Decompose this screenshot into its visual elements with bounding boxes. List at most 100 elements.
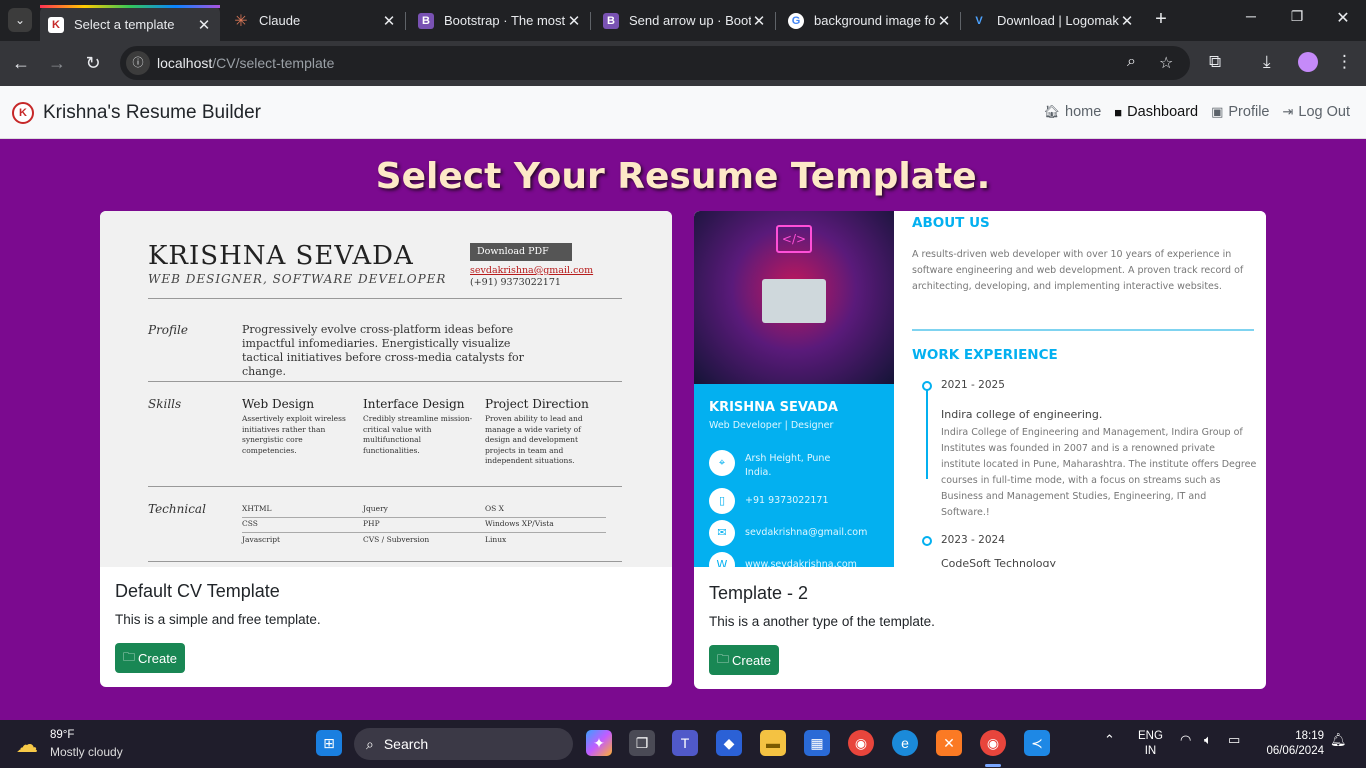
map-pin-icon: ⌖ <box>709 450 735 476</box>
taskbar-search-box[interactable]: ⌕ Search <box>354 728 573 760</box>
preview-email: sevdakrishna@gmail.com <box>470 265 594 276</box>
nav-links: 🏠︎ home ■ Dashboard ▣ Profile ⇥ Log Out <box>1044 104 1351 120</box>
tray-chevron-up-icon[interactable]: ⌃ <box>1104 732 1115 748</box>
create-default-template-button[interactable]: 🗀 Create <box>115 643 186 673</box>
chrome-menu-icon[interactable]: ⋮ <box>1336 52 1353 72</box>
bootstrap-favicon-icon: B <box>603 12 619 29</box>
wifi-icon[interactable]: ◠ <box>1180 732 1191 748</box>
battery-icon[interactable]: ▭ <box>1228 732 1240 748</box>
tab-title: Select a template <box>74 17 175 32</box>
site-info-icon[interactable]: ⓘ <box>126 51 150 75</box>
app-icon[interactable]: ◆ <box>716 730 742 756</box>
template-preview-2: </> KRISHNA SEVADA Web Developer | Desig… <box>694 211 1266 567</box>
close-tab-icon[interactable]: ✕ <box>936 12 952 30</box>
forward-arrow-icon[interactable]: → <box>45 52 69 76</box>
clock[interactable]: 18:19 06/06/2024 <box>1258 729 1324 759</box>
browser-toolbar: ← → ↻ ⓘ localhost/CV/select-template ⌕ ☆… <box>0 41 1366 86</box>
close-tab-icon[interactable]: ✕ <box>1119 12 1135 30</box>
person-badge-icon: ▣ <box>1211 104 1224 119</box>
preview-name: KRISHNA SEVADA <box>148 241 414 271</box>
close-tab-icon[interactable]: ✕ <box>381 12 397 30</box>
tab-search-chevron-icon[interactable]: ⌄ <box>8 8 32 32</box>
new-tab-plus-icon[interactable]: + <box>1149 8 1173 32</box>
reload-icon[interactable]: ↻ <box>81 52 105 76</box>
browser-tab-claude[interactable]: ✳ Claude ✕ <box>225 6 405 35</box>
preview-work-heading: WORK EXPERIENCE <box>912 347 1058 363</box>
brand-logo-icon[interactable]: K <box>12 102 34 124</box>
brand-name[interactable]: Krishna's Resume Builder <box>43 102 261 124</box>
extensions-puzzle-icon[interactable]: ⧉ <box>1209 52 1221 72</box>
notification-bell-icon[interactable]: 🔔︎ <box>1330 732 1347 748</box>
zoom-magnifier-icon[interactable]: ⌕ <box>1127 53 1136 71</box>
page-content: K Krishna's Resume Builder 🏠︎ home ■ Dashb… <box>0 86 1366 720</box>
restore-window-icon[interactable]: ❐ <box>1274 8 1320 25</box>
nav-link-profile[interactable]: ▣ Profile <box>1211 104 1269 120</box>
browser-tab-select-template[interactable]: K Select a template ✕ <box>40 5 220 41</box>
back-arrow-icon[interactable]: ← <box>9 52 33 76</box>
chrome-profile-icon[interactable]: ◉ <box>980 730 1006 756</box>
tab-title: Bootstrap · The most <box>444 13 566 28</box>
close-tab-icon[interactable]: ✕ <box>751 12 767 30</box>
preview-about-text: A results-driven web developer with over… <box>912 249 1244 292</box>
box-icon: ■ <box>1114 104 1123 120</box>
card-text: This is a simple and free template. <box>115 612 321 627</box>
microsoft-store-icon[interactable]: ▦ <box>804 730 830 756</box>
chrome-icon[interactable]: ◉ <box>848 730 874 756</box>
start-windows-icon[interactable]: ⊞ <box>316 730 342 756</box>
edge-icon[interactable]: e <box>892 730 918 756</box>
vscode-icon[interactable]: ≺ <box>1024 730 1050 756</box>
preview-sidebar: KRISHNA SEVADA Web Developer | Designer … <box>694 384 894 567</box>
browser-tab-strip: ⌄ K Select a template ✕ ✳ Claude ✕ B Boo… <box>0 0 1366 41</box>
browser-tab-send-arrow[interactable]: B Send arrow up · Boot ✕ <box>595 6 775 35</box>
url-text[interactable]: localhost/CV/select-template <box>157 55 334 71</box>
nav-link-dashboard[interactable]: ■ Dashboard <box>1114 104 1198 120</box>
volume-icon[interactable]: 🔈︎ <box>1204 732 1212 748</box>
preview-section-profile: Profile <box>148 323 188 337</box>
address-bar[interactable]: ⓘ localhost/CV/select-template ⌕ ☆ <box>120 46 1190 80</box>
profile-avatar-icon[interactable] <box>1298 52 1318 72</box>
close-window-icon[interactable]: ✕ <box>1320 8 1366 28</box>
close-tab-icon[interactable]: ✕ <box>566 12 582 30</box>
create-template-2-button[interactable]: 🗀 Create <box>709 645 780 675</box>
website-icon: W <box>709 552 735 567</box>
close-tab-icon[interactable]: ✕ <box>196 16 212 34</box>
file-explorer-icon[interactable]: ▬ <box>760 730 786 756</box>
weather-cloud-icon[interactable]: ☁ <box>16 732 38 758</box>
task-view-icon[interactable]: ❐ <box>629 730 655 756</box>
developer-laptop-illustration: </> <box>694 211 894 384</box>
teams-icon[interactable]: T <box>672 730 698 756</box>
preview-contact-address: ⌖ Arsh Height, Pune India. <box>709 450 855 480</box>
timeline-dot-icon <box>922 536 932 546</box>
laptop-icon <box>762 279 826 323</box>
minimize-window-icon[interactable]: ─ <box>1228 8 1274 24</box>
copilot-icon[interactable]: ✦ <box>586 730 612 756</box>
claude-favicon-icon: ✳ <box>234 12 248 30</box>
browser-tab-bootstrap[interactable]: B Bootstrap · The most ✕ <box>410 6 590 35</box>
house-icon: 🏠︎ <box>1043 104 1061 119</box>
card-body: Template - 2 This is a another type of t… <box>694 567 1266 689</box>
template-card-default: KRISHNA SEVADA WEB DESIGNER, SOFTWARE DE… <box>100 211 672 687</box>
search-icon: ⌕ <box>366 735 374 752</box>
preview-contact-email: ✉ sevdakrishna@gmail.com <box>709 520 867 546</box>
bookmark-star-icon[interactable]: ☆ <box>1159 53 1173 73</box>
preview-download-pdf: Download PDF <box>470 243 572 261</box>
code-screen-icon: </> <box>776 225 812 253</box>
envelope-icon: ✉ <box>709 520 735 546</box>
folder-plus-icon: 🗀 <box>123 649 136 664</box>
download-icon[interactable]: ⤓ <box>1263 52 1271 72</box>
preview-skill: Web Design Assertively exploit wireless … <box>242 397 346 455</box>
card-text: This is a another type of the template. <box>709 614 935 629</box>
template-preview-default: KRISHNA SEVADA WEB DESIGNER, SOFTWARE DE… <box>100 211 672 567</box>
nav-link-home[interactable]: 🏠︎ home <box>1044 104 1102 120</box>
browser-tab-logomakr[interactable]: V Download | Logomak ✕ <box>963 6 1143 35</box>
xampp-icon[interactable]: ✕ <box>936 730 962 756</box>
tab-title: Claude <box>259 13 301 28</box>
box-arrow-right-icon: ⇥ <box>1282 104 1294 119</box>
browser-tab-google-search[interactable]: G background image fo ✕ <box>780 6 960 35</box>
nav-link-logout[interactable]: ⇥ Log Out <box>1283 104 1351 120</box>
preview-role: WEB DESIGNER, SOFTWARE DEVELOPER <box>148 272 447 286</box>
weather-temp[interactable]: 89°F <box>50 729 74 741</box>
weather-condition[interactable]: Mostly cloudy <box>50 745 123 759</box>
logomakr-favicon-icon: V <box>975 14 983 27</box>
input-language[interactable]: ENG IN <box>1138 729 1163 759</box>
